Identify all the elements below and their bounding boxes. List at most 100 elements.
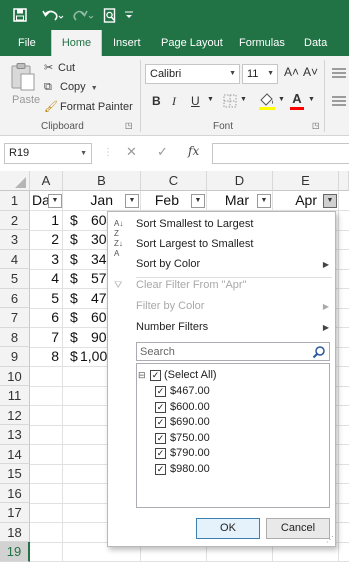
checkbox[interactable]: ✓ — [150, 370, 161, 381]
jan-cell[interactable]: $300 — [70, 230, 107, 250]
day-cell[interactable]: 3 — [30, 250, 62, 270]
tab-data[interactable]: Data — [304, 30, 327, 56]
font-size-dropdown[interactable]: 11 ▼ — [242, 64, 278, 84]
row-header[interactable]: 17 — [0, 503, 30, 523]
row-header[interactable]: 4 — [0, 249, 30, 269]
formula-input[interactable] — [212, 143, 349, 164]
tab-file[interactable]: File — [18, 30, 36, 56]
resize-grip-icon[interactable]: ⋰ — [326, 535, 334, 544]
select-all-corner[interactable] — [0, 171, 30, 191]
row-header[interactable]: 10 — [0, 366, 30, 386]
copy-button[interactable]: ⧉ Copy ▼ — [44, 81, 98, 94]
checkbox[interactable]: ✓ — [155, 417, 166, 428]
row-header[interactable]: 14 — [0, 444, 30, 464]
paste-button[interactable]: Paste — [10, 62, 40, 112]
header-cell-mar[interactable]: Mar — [207, 191, 257, 211]
format-painter-button[interactable]: 🖌 Format Painter — [44, 100, 133, 113]
filter-dropdown-button[interactable]: ▼ — [191, 194, 205, 208]
checkbox[interactable]: ✓ — [155, 401, 166, 413]
chevron-down-icon[interactable]: ▼ — [207, 96, 214, 103]
search-icon[interactable] — [312, 345, 326, 359]
filter-dropdown-button-active[interactable]: ▼ — [323, 194, 337, 208]
sort-descending-item[interactable]: Z↓ A Sort Largest to Smallest — [108, 234, 337, 258]
align-lines-icon[interactable] — [332, 68, 346, 83]
row-header[interactable]: 8 — [0, 327, 30, 347]
align-lines-icon[interactable] — [332, 96, 346, 111]
row-header[interactable]: 15 — [0, 464, 30, 484]
header-cell-jan[interactable]: Jan — [63, 191, 125, 211]
row-header[interactable]: 9 — [0, 347, 30, 367]
day-cell[interactable]: 1 — [30, 211, 62, 231]
filter-dropdown-button[interactable]: ▼ — [125, 194, 139, 208]
row-header[interactable]: 7 — [0, 308, 30, 328]
jan-cell[interactable]: $57 — [70, 269, 107, 289]
filter-search-box[interactable] — [136, 342, 330, 361]
jan-cell[interactable]: $600 — [70, 211, 107, 231]
row-header[interactable]: 5 — [0, 269, 30, 289]
row-header[interactable]: 16 — [0, 483, 30, 503]
row-header[interactable]: 11 — [0, 386, 30, 406]
jan-cell[interactable]: $47 — [70, 289, 107, 309]
row-header[interactable]: 1 — [0, 191, 30, 211]
row-header[interactable]: 6 — [0, 288, 30, 308]
bold-button[interactable]: B — [152, 94, 161, 108]
filter-dropdown-button[interactable]: ▼ — [257, 194, 271, 208]
chevron-down-icon[interactable]: ▼ — [308, 96, 315, 103]
checkbox[interactable]: ✓ — [155, 448, 166, 459]
tab-home[interactable]: Home — [51, 30, 102, 56]
column-header[interactable] — [339, 171, 349, 191]
row-header[interactable]: 3 — [0, 230, 30, 250]
underline-button[interactable]: U — [191, 94, 200, 108]
search-input[interactable] — [137, 343, 307, 360]
jan-cell[interactable]: $34 — [70, 250, 107, 270]
day-cell[interactable]: 8 — [30, 347, 62, 367]
column-header[interactable]: B — [63, 171, 141, 191]
column-header[interactable]: E — [273, 171, 339, 191]
name-box[interactable]: R19 ▼ — [4, 143, 92, 164]
tab-page-layout[interactable]: Page Layout — [161, 30, 223, 56]
tab-formulas[interactable]: Formulas — [239, 30, 285, 56]
jan-cell[interactable]: $600 — [70, 308, 107, 328]
ok-button[interactable]: OK — [196, 518, 260, 539]
header-cell-apr[interactable]: Apr — [273, 191, 323, 211]
row-header[interactable]: 18 — [0, 522, 30, 542]
dialog-launcher-icon[interactable]: ◳ — [125, 121, 133, 130]
number-filters-item[interactable]: Number Filters ▶ — [108, 317, 337, 338]
column-header[interactable]: C — [141, 171, 207, 191]
redo-icon[interactable] — [70, 4, 96, 26]
sort-ascending-item[interactable]: A↓ Z Sort Smallest to Largest — [108, 214, 337, 238]
jan-cell[interactable]: $900 — [70, 328, 107, 348]
filter-dropdown-button[interactable]: ▼ — [48, 194, 62, 208]
font-name-dropdown[interactable]: Calibri ▼ — [145, 64, 240, 84]
fill-color-button[interactable] — [258, 91, 276, 114]
customize-qat-icon[interactable] — [122, 4, 136, 26]
row-header[interactable]: 2 — [0, 210, 30, 230]
filter-by-color-item[interactable]: Filter by Color ▶ — [108, 296, 337, 317]
save-icon[interactable] — [10, 4, 30, 26]
row-header[interactable]: 12 — [0, 405, 30, 425]
column-header[interactable]: A — [30, 171, 63, 191]
jan-cell[interactable]: $1,000 — [70, 347, 107, 367]
row-header[interactable]: 13 — [0, 425, 30, 445]
checkbox[interactable]: ✓ — [155, 432, 166, 444]
enter-entry-icon[interactable]: ✓ — [157, 144, 168, 160]
print-preview-icon[interactable] — [101, 4, 119, 26]
sort-by-color-item[interactable]: Sort by Color ▶ — [108, 254, 337, 275]
font-color-button[interactable]: A — [289, 91, 305, 111]
italic-button[interactable]: I — [172, 94, 176, 109]
day-cell[interactable]: 7 — [30, 328, 62, 348]
cancel-button[interactable]: Cancel — [266, 518, 330, 539]
tab-insert[interactable]: Insert — [113, 30, 141, 56]
header-cell-feb[interactable]: Feb — [141, 191, 191, 211]
day-cell[interactable]: 2 — [30, 230, 62, 250]
dialog-launcher-icon[interactable]: ◳ — [312, 121, 320, 130]
day-cell[interactable]: 6 — [30, 308, 62, 328]
chevron-down-icon[interactable]: ▼ — [278, 96, 285, 103]
row-header-selected[interactable]: 19 — [0, 542, 30, 562]
day-cell[interactable]: 4 — [30, 269, 62, 289]
cut-button[interactable]: ✂ Cut — [44, 61, 75, 74]
decrease-font-size-button[interactable]: A˅ — [303, 65, 318, 79]
insert-function-button[interactable]: fx — [188, 144, 199, 158]
undo-icon[interactable] — [40, 4, 66, 26]
day-cell[interactable]: 5 — [30, 289, 62, 309]
